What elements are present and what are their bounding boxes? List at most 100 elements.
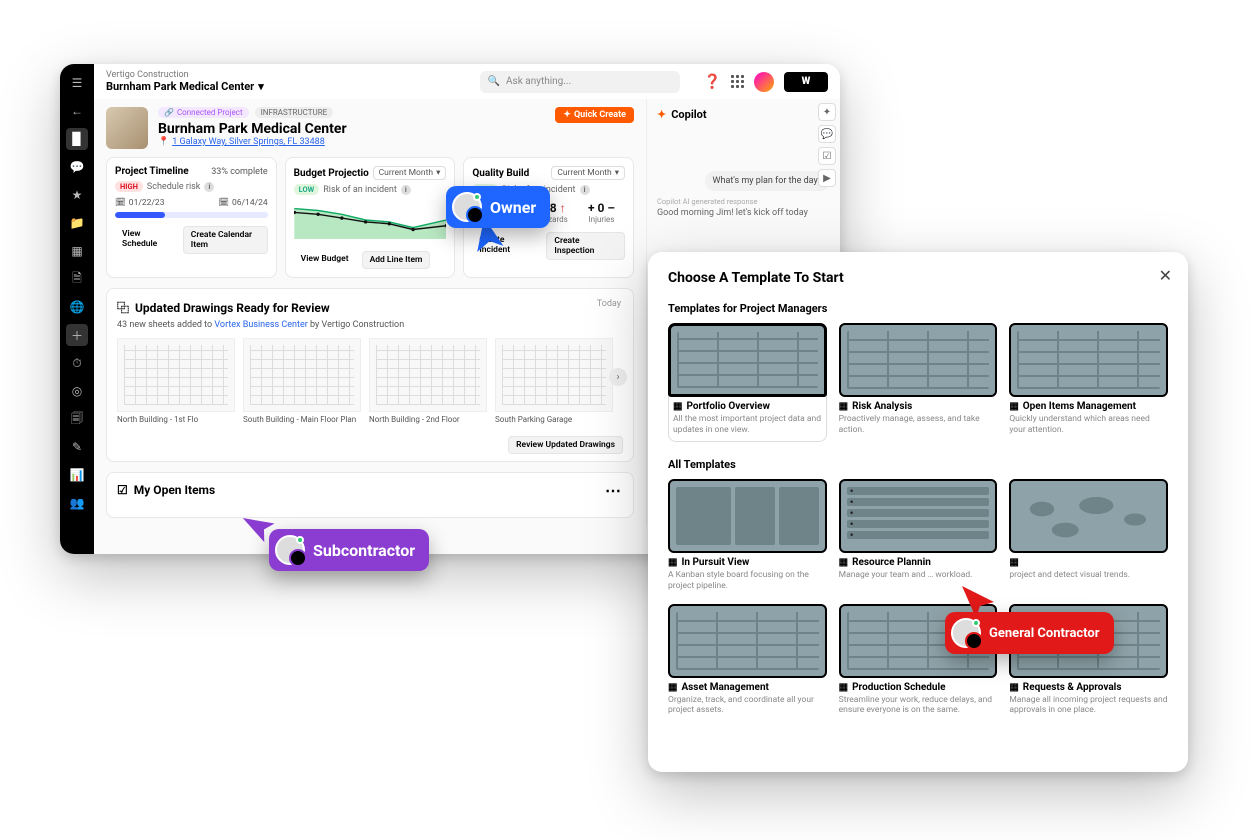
category-chip: INFRASTRUCTURE (255, 107, 334, 118)
layout-icon: ▦ (839, 401, 848, 412)
chat-icon[interactable]: 💬 (66, 156, 88, 178)
template-name: ▦ Risk Analysis (839, 401, 998, 412)
more-icon[interactable]: ⋯ (605, 481, 621, 500)
copilot-icon: ✦ (657, 108, 666, 121)
template-preview (839, 479, 998, 553)
template-card[interactable]: ▦ Risk AnalysisProactively manage, asses… (839, 323, 998, 442)
ai-reply: Good morning Jim! let's kick off today (657, 208, 830, 218)
sidebar-item-projects[interactable]: ▉ (66, 128, 88, 150)
add-line-item-button[interactable]: Add Line Item (362, 251, 431, 269)
timeline-pct: 33% complete (211, 167, 267, 177)
template-name: ▦ Portfolio Overview (673, 401, 822, 412)
info-icon[interactable]: i (401, 185, 411, 195)
template-desc: Streamline your work, reduce delays, and… (839, 695, 998, 716)
template-modal: Choose A Template To Start ✕ Templates f… (648, 252, 1188, 772)
info-icon[interactable]: i (580, 185, 590, 195)
people-icon[interactable]: 👥 (66, 492, 88, 514)
globe-icon[interactable]: 🌐 (66, 296, 88, 318)
panel-timestamp: Today (597, 299, 621, 309)
drawing-item[interactable]: South Parking Garage (495, 338, 613, 424)
spark-icon[interactable]: ✦ (818, 103, 836, 121)
drawing-item[interactable]: North Building - 2nd Floor (369, 338, 487, 424)
project-address[interactable]: 1 Galaxy Way, Silver Springs, FL 33488 (172, 137, 325, 147)
template-name: ▦ Requests & Approvals (1009, 682, 1168, 693)
layout-icon: ▦ (1009, 682, 1018, 693)
template-preview (1009, 479, 1168, 553)
quality-title: Quality Build (472, 168, 529, 179)
radar-icon[interactable]: ◎ (66, 380, 88, 402)
close-icon[interactable]: ✕ (1159, 266, 1172, 285)
layout-icon: ▦ (839, 557, 848, 568)
doc-icon[interactable]: 🗎 (66, 268, 88, 290)
page-icon[interactable]: 🗐 (66, 408, 88, 430)
layout-icon: ▦ (839, 682, 848, 693)
budget-badge: LOW (294, 184, 320, 195)
template-desc: Manage your team and … workload. (839, 570, 998, 581)
template-desc: All the most important project data and … (673, 414, 822, 435)
sparkle-icon: ✦ (563, 110, 571, 120)
create-calendar-button[interactable]: Create Calendar Item (183, 226, 268, 254)
budget-range-select[interactable]: Current Month ▾ (373, 166, 447, 180)
timeline-card: Project Timeline 33% complete HIGH Sched… (106, 157, 277, 278)
budget-sparkline (294, 201, 447, 239)
drawing-item[interactable]: North Building - 1st Flo (117, 338, 235, 424)
quality-range-select[interactable]: Current Month ▾ (551, 166, 625, 180)
message-icon[interactable]: 💬 (818, 125, 836, 143)
sub-label: Subcontractor (313, 541, 415, 560)
create-inspection-button[interactable]: Create Inspection (546, 232, 625, 260)
template-name: ▦ In Pursuit View (668, 557, 827, 568)
help-icon[interactable]: ❓ (704, 74, 721, 90)
project-header: 🔗 Connected Project INFRASTRUCTURE Burnh… (106, 107, 634, 149)
menu-icon[interactable]: ☰ (66, 72, 88, 94)
template-card[interactable]: ▦ In Pursuit ViewA Kanban style board fo… (668, 479, 827, 591)
apps-icon[interactable] (731, 75, 744, 88)
next-arrow-icon[interactable]: › (609, 368, 627, 386)
edit-icon[interactable]: ✎ (66, 436, 88, 458)
view-schedule-button[interactable]: View Schedule (115, 226, 177, 254)
view-budget-button[interactable]: View Budget (294, 251, 356, 269)
template-name: ▦ Open Items Management (1009, 401, 1168, 412)
layout-icon: ▦ (668, 557, 677, 568)
company-crumb: Vertigo Construction (106, 70, 264, 80)
brand-button[interactable]: W (784, 72, 828, 92)
check-icon[interactable]: ☑ (818, 147, 836, 165)
sidebar: ☰ ← ▉ 💬 ★ 📁 ▦ 🗎 🌐 ＋ ⏱ ◎ 🗐 ✎ 📊 👥 (60, 64, 94, 554)
budget-title: Budget Projectio (294, 168, 369, 179)
add-icon[interactable]: ＋ (66, 324, 88, 346)
drawings-subtitle: 43 new sheets added to Vortex Business C… (117, 320, 623, 330)
chevron-down-icon: ▾ (258, 80, 264, 93)
drawing-item[interactable]: South Building - Main Floor Plan (243, 338, 361, 424)
video-icon[interactable]: ▶ (818, 169, 836, 187)
template-desc: Organize, track, and coordinate all your… (668, 695, 827, 716)
checklist-icon: ☑ (117, 483, 128, 497)
template-card[interactable]: ▦ Asset ManagementOrganize, track, and c… (668, 604, 827, 716)
topbar: Vertigo Construction Burnham Park Medica… (94, 64, 840, 99)
info-icon[interactable]: i (204, 182, 214, 192)
template-card[interactable]: ▦ project and detect visual trends. (1009, 479, 1168, 591)
template-card[interactable]: ▦ Open Items ManagementQuickly understan… (1009, 323, 1168, 442)
template-name: ▦ (1009, 557, 1168, 568)
search-input[interactable]: 🔍 Ask anything... (480, 71, 680, 93)
blueprint-icon: ⿻ (117, 299, 129, 316)
owner-label: Owner (490, 198, 536, 217)
star-icon[interactable]: ★ (66, 184, 88, 206)
gc-label: General Contractor (989, 626, 1100, 641)
grid-icon[interactable]: ▦ (66, 240, 88, 262)
gc-callout: General Contractor (945, 612, 1114, 654)
template-card[interactable]: ▦ Portfolio Overview All the most importa… (668, 323, 827, 442)
folder-icon[interactable]: 📁 (66, 212, 88, 234)
review-drawings-button[interactable]: Review Updated Drawings (508, 436, 623, 454)
drawings-link[interactable]: Vortex Business Center (214, 320, 307, 330)
template-card[interactable]: ▦ Resource PlanninManage your team and …… (839, 479, 998, 591)
template-preview (668, 323, 827, 397)
sub-callout: Subcontractor (269, 529, 429, 571)
back-icon[interactable]: ← (66, 100, 88, 122)
layout-icon: ▦ (668, 682, 677, 693)
meter-icon[interactable]: ⏱ (66, 352, 88, 374)
user-avatar[interactable] (754, 72, 774, 92)
chart-icon[interactable]: 📊 (66, 464, 88, 486)
quick-create-button[interactable]: ✦ Quick Create (555, 107, 634, 123)
project-thumbnail (106, 107, 148, 149)
section-all-title: All Templates (668, 458, 1168, 471)
project-selector[interactable]: Burnham Park Medical Center ▾ (106, 80, 264, 93)
